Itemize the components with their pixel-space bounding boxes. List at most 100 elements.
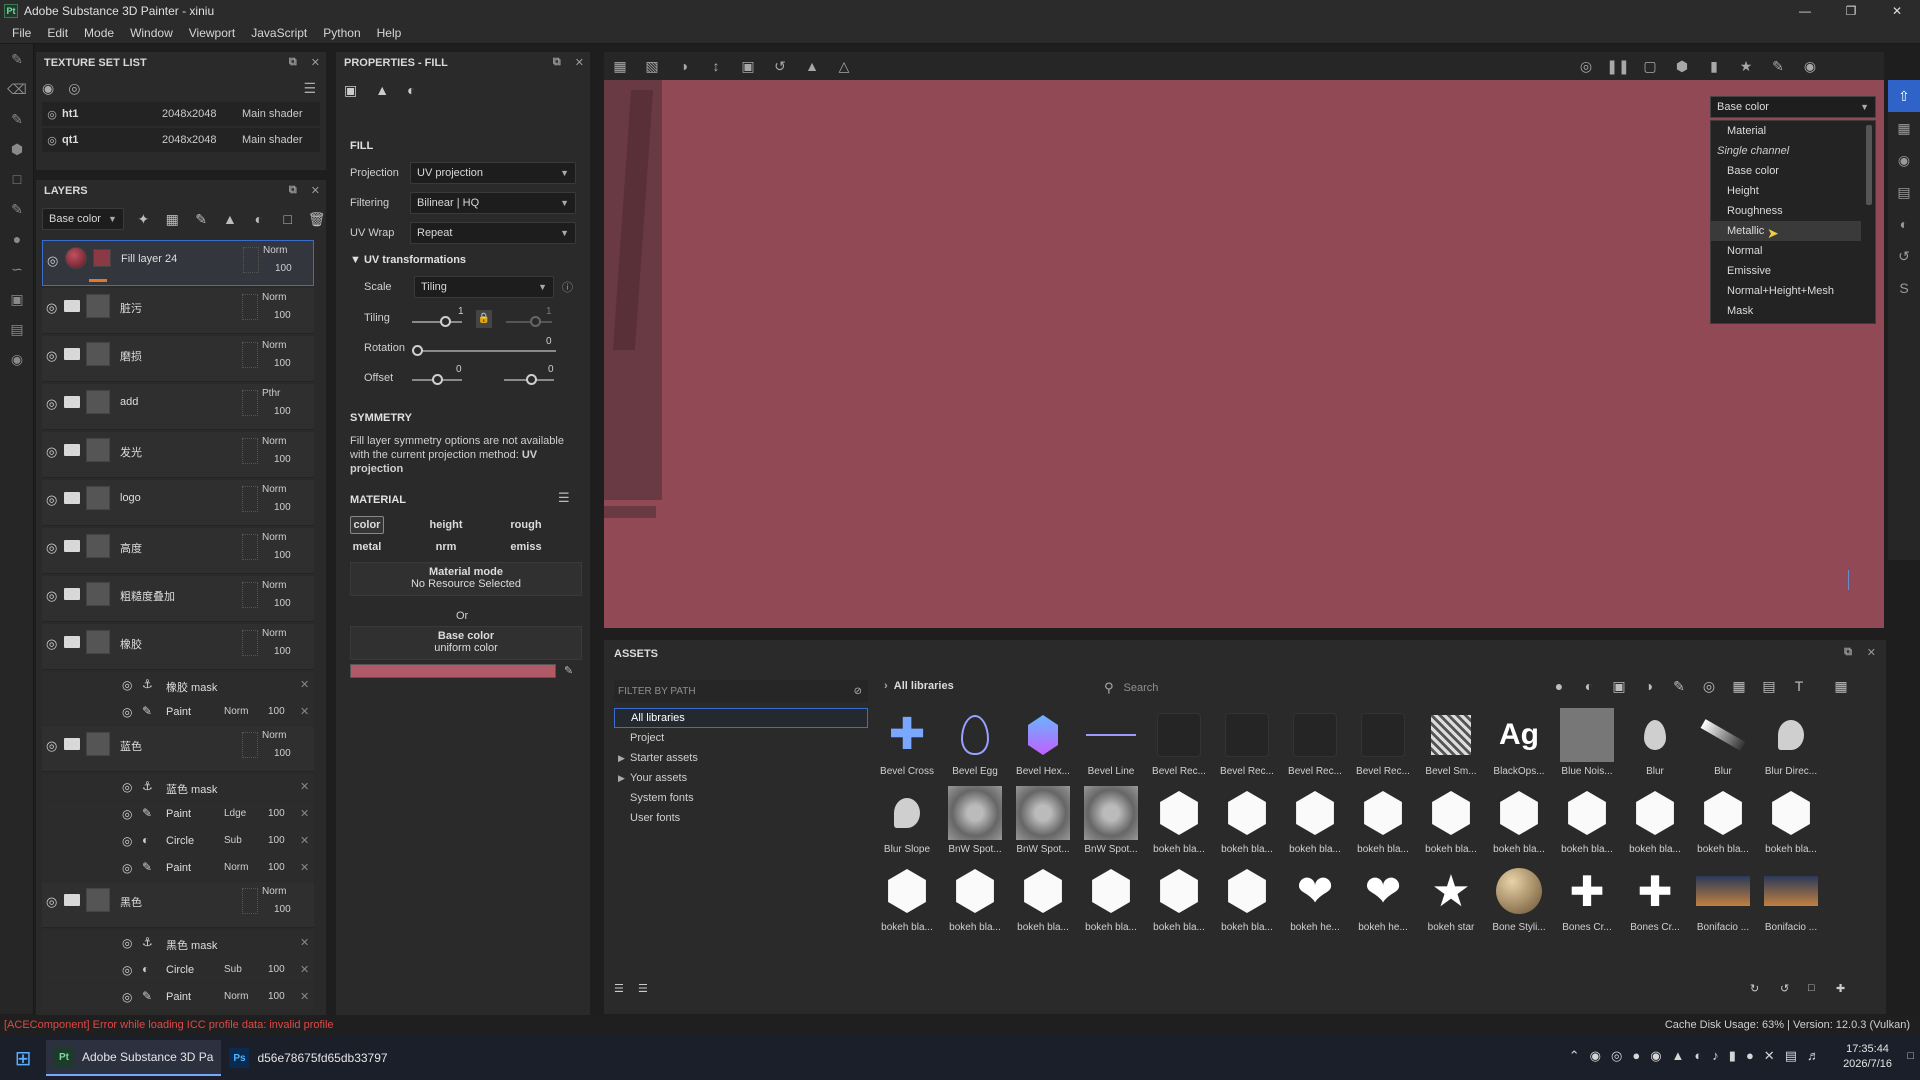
- texture-set-row[interactable]: ◎ ht1 2048x2048 Main shader: [42, 102, 320, 126]
- geometry-fill-icon[interactable]: ⬢: [0, 134, 34, 164]
- lock-icon[interactable]: 🔒: [476, 310, 492, 328]
- asset-tile[interactable]: BnW Spot...: [942, 786, 1008, 862]
- texture-set-shader[interactable]: Main shader: [242, 108, 303, 120]
- tiling2-slider-track[interactable]: [506, 321, 552, 323]
- sublayer-opacity[interactable]: 100: [268, 808, 285, 819]
- menu-item[interactable]: Normal: [1711, 241, 1861, 261]
- eye-icon[interactable]: ◎: [122, 705, 132, 719]
- clone-icon[interactable]: ✎: [0, 194, 34, 224]
- asset-tile[interactable]: Bonifacio ...: [1690, 864, 1756, 940]
- error-message[interactable]: [ACEComponent] Error while loading ICC p…: [0, 1019, 334, 1031]
- menu-item[interactable]: Base color: [1711, 161, 1861, 181]
- asset-tile[interactable]: bokeh bla...: [874, 864, 940, 940]
- folder-icon[interactable]: [64, 396, 80, 408]
- asset-tile[interactable]: ❤ bokeh he...: [1282, 864, 1348, 940]
- add-icon[interactable]: ✚: [1836, 982, 1845, 995]
- opacity[interactable]: 100: [274, 310, 291, 321]
- sublayer-name[interactable]: 蓝色 mask: [166, 781, 217, 797]
- windows-start-icon[interactable]: ⊞: [0, 1036, 46, 1080]
- asset-tile[interactable]: bokeh bla...: [1758, 786, 1824, 862]
- app-tray-icon[interactable]: ◐: [1694, 1048, 1702, 1064]
- filter-masks-icon[interactable]: ▣: [1608, 678, 1630, 695]
- layer-name[interactable]: Fill layer 24: [121, 253, 177, 265]
- asset-tile[interactable]: bokeh bla...: [1146, 786, 1212, 862]
- eyedropper-icon[interactable]: ✎: [564, 664, 573, 677]
- layer-name[interactable]: 高度: [120, 540, 142, 556]
- layer-row[interactable]: ◎ 粗糙度叠加 Norm 100: [42, 576, 314, 622]
- undock-icon[interactable]: ⧉: [1844, 646, 1852, 659]
- detail-view-icon[interactable]: ☰: [638, 982, 648, 995]
- render-icon[interactable]: ★: [1730, 58, 1762, 75]
- offset-v-handle[interactable]: [526, 374, 537, 385]
- remove-icon[interactable]: ✕: [300, 834, 309, 847]
- screenshot-icon[interactable]: ◉: [1794, 58, 1826, 75]
- projection-select[interactable]: UV projection ▼: [410, 162, 576, 184]
- sublayer-row[interactable]: ◎ ◐ Circle Sub 100 ✕: [42, 957, 314, 983]
- app-tray-icon[interactable]: ◎: [1611, 1048, 1622, 1064]
- network-icon[interactable]: ▤: [1785, 1048, 1797, 1064]
- folder-icon[interactable]: [64, 636, 80, 648]
- eye-icon[interactable]: ◎: [46, 636, 57, 652]
- asset-tile[interactable]: bokeh bla...: [1214, 864, 1280, 940]
- measure-icon[interactable]: ▤: [0, 314, 34, 344]
- history-icon[interactable]: ↺: [1780, 982, 1789, 995]
- sublayer-row[interactable]: ◎ ⚓ 黑色 mask ✕: [42, 930, 314, 956]
- maximize-button[interactable]: ❐: [1828, 0, 1874, 22]
- uv-transformations-toggle[interactable]: ▼ UV transformations: [350, 254, 466, 266]
- viewport-3d[interactable]: [604, 80, 1884, 628]
- eye-icon[interactable]: ◎: [122, 963, 132, 977]
- close-icon[interactable]: ✕: [1867, 646, 1876, 659]
- layer-row[interactable]: ◎ add Pthr 100: [42, 384, 314, 430]
- folder-icon[interactable]: [64, 300, 80, 312]
- filter-alphas-icon[interactable]: ◎: [1698, 678, 1720, 695]
- asset-tile[interactable]: ✚ Bevel Cross: [874, 708, 940, 784]
- sublayer-row[interactable]: ◎ ✎ Paint Ldge 100 ✕: [42, 801, 314, 827]
- grid-icon[interactable]: ▦: [604, 58, 636, 75]
- menu-edit[interactable]: Edit: [39, 26, 76, 40]
- eye-icon[interactable]: ◎: [46, 348, 57, 364]
- eye-icon[interactable]: ◎: [46, 300, 57, 316]
- folder-icon[interactable]: [64, 492, 80, 504]
- filter-materials-icon[interactable]: ●: [1548, 678, 1570, 695]
- paint-brush-icon[interactable]: ✎: [0, 44, 34, 74]
- blend-mode[interactable]: Norm: [262, 730, 286, 741]
- sublayer-row[interactable]: ◎ ◐ Circle Sub 100 ✕: [42, 828, 314, 854]
- smudge-icon[interactable]: □: [0, 164, 34, 194]
- history-icon[interactable]: ↺: [764, 58, 796, 75]
- asset-tile[interactable]: Blur Direc...: [1758, 708, 1824, 784]
- close-icon[interactable]: ✕: [311, 56, 320, 69]
- add-folder-icon[interactable]: □: [278, 211, 297, 227]
- sublayer-opacity[interactable]: 100: [268, 862, 285, 873]
- folder-icon[interactable]: [64, 588, 80, 600]
- tree-project[interactable]: Project: [614, 728, 868, 748]
- asset-tile[interactable]: Bevel Hex...: [1010, 708, 1076, 784]
- app-tray-icon[interactable]: ●: [1632, 1048, 1640, 1064]
- menu-item[interactable]: Normal+Height+Mesh: [1711, 281, 1861, 301]
- layer-row[interactable]: ◎ 橡胶 Norm 100: [42, 624, 314, 670]
- menu-javascript[interactable]: JavaScript: [243, 26, 315, 40]
- refresh-icon[interactable]: ↻: [1750, 982, 1759, 995]
- chevron-up-icon[interactable]: ⌃: [1569, 1048, 1580, 1064]
- camera-icon[interactable]: ◉: [0, 344, 34, 374]
- menu-item[interactable]: Metallic: [1711, 221, 1861, 241]
- pause-icon[interactable]: ❚❚: [1602, 58, 1634, 75]
- asset-tile[interactable]: ★ bokeh star: [1418, 864, 1484, 940]
- menu-python[interactable]: Python: [315, 26, 368, 40]
- menu-item[interactable]: Mask: [1711, 301, 1861, 321]
- asset-search[interactable]: ⚲ Search: [1104, 676, 1544, 700]
- app-tray-icon[interactable]: ◉: [1650, 1048, 1661, 1064]
- history-icon[interactable]: ↺: [1888, 240, 1920, 272]
- sublayer-opacity[interactable]: 100: [268, 964, 285, 975]
- sublayer-name[interactable]: Circle: [166, 964, 194, 976]
- eraser-icon[interactable]: ⌫: [0, 74, 34, 104]
- asset-tile[interactable]: Bevel Egg: [942, 708, 1008, 784]
- brush-icon[interactable]: ✎: [1762, 58, 1794, 75]
- menu-item[interactable]: Material: [1711, 121, 1861, 141]
- filter-environments-icon[interactable]: ▤: [1758, 678, 1780, 695]
- chip-rough[interactable]: rough: [504, 516, 548, 534]
- taskbar-app-painter[interactable]: Pt Adobe Substance 3D Pa: [46, 1040, 222, 1076]
- shader-settings-icon[interactable]: ▤: [1888, 176, 1920, 208]
- hide-icon[interactable]: ◎: [1570, 58, 1602, 75]
- sublayer-name[interactable]: Paint: [166, 991, 191, 1003]
- layer-name[interactable]: 粗糙度叠加: [120, 588, 175, 604]
